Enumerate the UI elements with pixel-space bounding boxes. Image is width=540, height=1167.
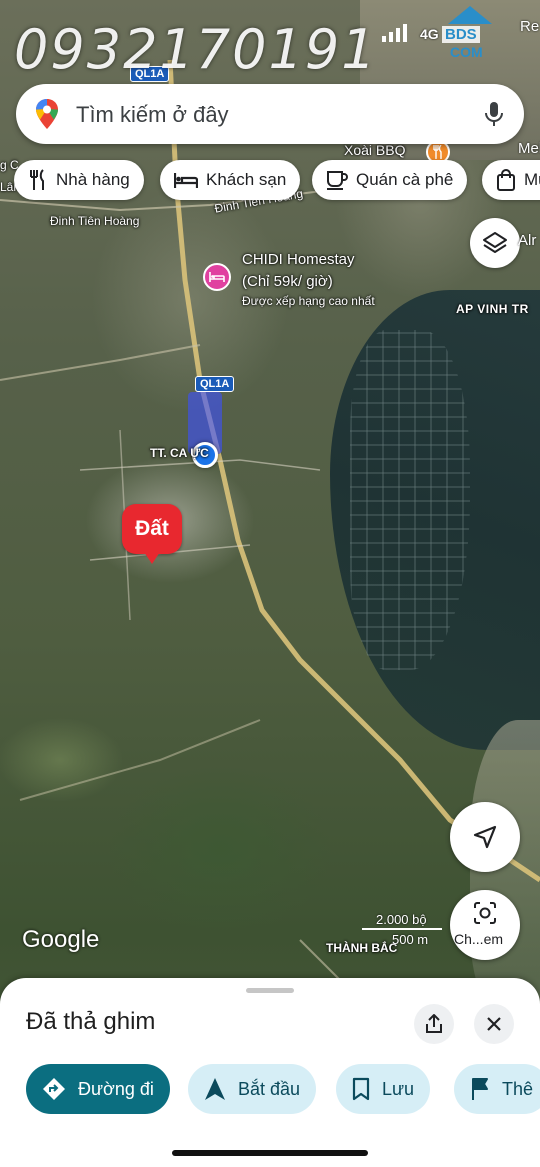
scale-label-top: 2.000 bộ <box>376 912 427 927</box>
scale-bar <box>362 928 442 930</box>
action-label: Bắt đầu <box>238 1078 301 1099</box>
camera-lens-icon <box>474 902 496 924</box>
navigation-arrow-icon <box>205 1078 225 1100</box>
shopping-icon <box>497 169 515 191</box>
sheet-actions: Đường đi Bắt đầu Lưu Thê <box>0 1064 540 1114</box>
bookmark-icon <box>352 1077 370 1101</box>
map-label-xoai-bbq: Xoài BBQ <box>344 142 406 158</box>
chip-restaurants[interactable]: Nhà hàng <box>14 160 144 200</box>
chip-label: Quán cà phê <box>356 170 454 189</box>
bds-roof-icon <box>448 6 492 24</box>
directions-button[interactable]: Đường đi <box>26 1064 170 1114</box>
chip-label: Mu <box>524 170 540 189</box>
phone-watermark: 0932170191 <box>14 18 378 81</box>
hotel-poi-icon[interactable] <box>203 263 231 291</box>
dropped-pin-sheet: Đã thả ghim Đường đi Bắt đầu Lưu Thê <box>0 978 540 1167</box>
action-label: Thê <box>502 1078 534 1099</box>
search-bar[interactable]: Tìm kiếm ở đây <box>16 84 524 144</box>
map-label-edge-layers: Alr <box>518 232 537 249</box>
chip-hotels[interactable]: Khách sạn <box>160 160 301 200</box>
close-icon <box>487 1017 501 1031</box>
layers-button[interactable] <box>470 218 520 268</box>
chip-shopping[interactable]: Mu <box>482 160 540 200</box>
bds-logo: BDS COM <box>434 6 498 60</box>
close-button[interactable] <box>474 1004 514 1044</box>
map-label-chidi-rating: Được xếp hạng cao nhất <box>242 294 375 308</box>
search-input[interactable]: Tìm kiếm ở đây <box>76 102 229 128</box>
cell-signal-icon <box>382 24 407 42</box>
save-button[interactable]: Lưu <box>336 1064 431 1114</box>
bds-logo-text: BDS <box>442 26 480 43</box>
sheet-drag-handle[interactable] <box>246 988 294 993</box>
navigation-arrow-icon <box>473 825 497 849</box>
home-indicator[interactable] <box>172 1150 368 1156</box>
google-logo: Google <box>22 926 100 953</box>
action-label: Lưu <box>382 1078 415 1099</box>
share-icon <box>426 1014 442 1033</box>
map-label-edge-mid: Mel <box>518 140 540 157</box>
start-button[interactable]: Bắt đầu <box>188 1064 317 1114</box>
map-label-edge-top: Re <box>520 18 540 35</box>
lens-label: Ch...em <box>454 931 504 947</box>
map-label-town: TT. CA ỰC <box>150 446 209 460</box>
chip-coffee[interactable]: Quán cà phê <box>312 160 468 200</box>
directions-icon <box>43 1078 65 1100</box>
map-label-ap-vinh: AP VINH TR <box>456 302 529 316</box>
map-scale: 2.000 bộ 500 m <box>362 912 452 952</box>
bds-logo-sub: COM <box>450 44 483 60</box>
category-chips: Nhà hàng Khách sạn Quán cà phê Mu <box>14 160 540 200</box>
map-label-dinh-tien-hoang: Đinh Tiên Hoàng <box>50 214 140 228</box>
layers-icon <box>483 232 507 253</box>
hotel-icon <box>174 173 198 188</box>
restaurant-icon <box>30 169 44 190</box>
lens-button[interactable]: Ch...em <box>450 890 520 960</box>
add-label-button[interactable]: Thê <box>454 1064 540 1114</box>
share-button[interactable] <box>414 1004 454 1044</box>
my-location-button[interactable] <box>450 802 520 872</box>
dropped-pin[interactable]: Đất <box>122 504 182 564</box>
map-label-chidi-price: (Chỉ 59k/ giờ) <box>242 273 333 290</box>
chip-label: Khách sạn <box>206 170 287 189</box>
sheet-title: Đã thả ghim <box>26 1008 156 1035</box>
coffee-icon <box>327 171 348 190</box>
flag-icon <box>472 1078 488 1100</box>
scale-label-bottom: 500 m <box>392 932 429 947</box>
chip-label: Nhà hàng <box>56 170 130 189</box>
microphone-icon[interactable] <box>482 100 506 128</box>
road-shield-ql1a-mid: QL1A <box>195 376 235 392</box>
action-label: Đường đi <box>78 1078 154 1099</box>
map-label-chidi-homestay[interactable]: CHIDI Homestay <box>242 251 355 268</box>
google-maps-pin-icon <box>36 99 58 129</box>
